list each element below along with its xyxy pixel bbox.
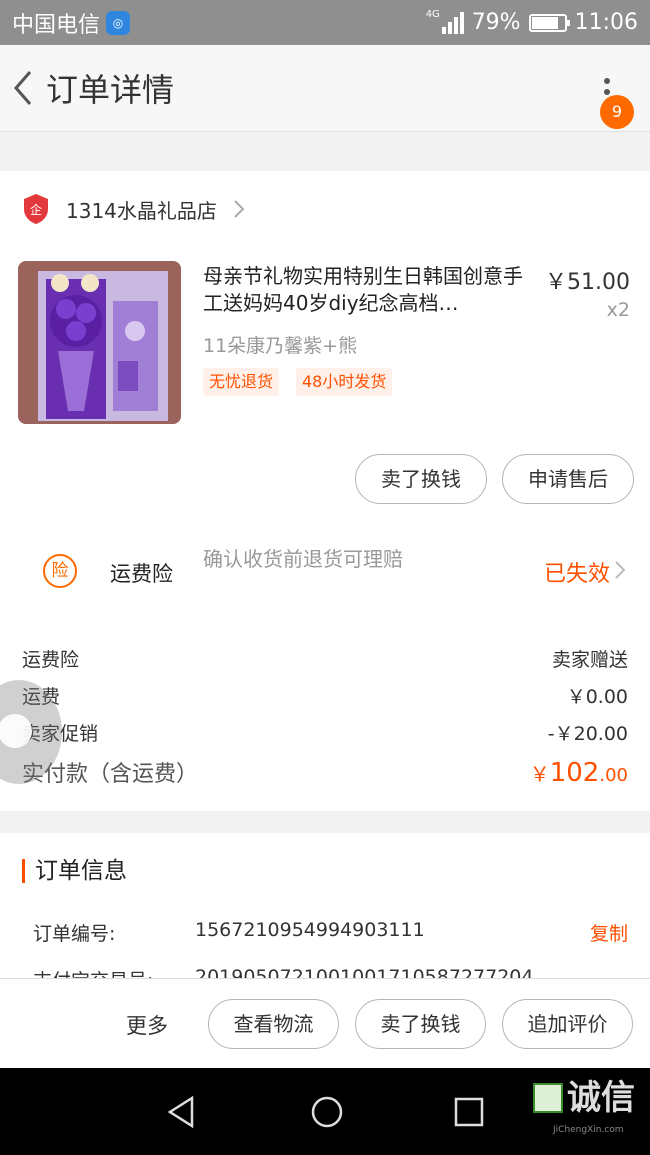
watermark-text: 诚信	[567, 1078, 635, 1118]
dot-icon	[604, 89, 610, 95]
battery-percent: 79%	[471, 10, 521, 35]
shop-logo-text: 企	[30, 202, 42, 217]
product-title[interactable]: 母亲节礼物实用特别生日韩国创意手工送妈妈40岁diy纪念高档…	[203, 263, 533, 317]
carrier-name: 中国电信	[12, 12, 101, 38]
insurance-description: 确认收货前退货可理赔	[203, 547, 403, 571]
fee-value: ￥0.00	[566, 686, 628, 708]
header: 订单详情 9	[0, 45, 650, 132]
sell-for-cash-button[interactable]: 卖了换钱	[355, 454, 487, 504]
product-image[interactable]	[18, 261, 181, 424]
status-right: 4G 79% 11:06	[425, 8, 638, 35]
fee-label: 运费险	[22, 649, 80, 671]
chevron-right-icon	[234, 200, 245, 218]
hd-call-icon: ◎	[106, 10, 131, 35]
tag-free-return: 无忧退货	[203, 368, 280, 396]
bottom-action-bar: 更多 查看物流 卖了换钱 追加评价	[0, 978, 650, 1068]
insurance-icon: 险	[43, 554, 77, 588]
nav-recent-apps-icon[interactable]	[453, 1096, 485, 1128]
fee-row-shipping: 运费 ￥0.00	[22, 682, 628, 709]
product-price: ￥51.00	[545, 270, 630, 295]
product-photo	[18, 261, 181, 424]
sell-for-cash-button[interactable]: 卖了换钱	[355, 999, 486, 1049]
total-integer: 102	[549, 758, 600, 788]
insurance-status[interactable]: 已失效	[544, 556, 610, 588]
product-quantity: x2	[606, 299, 630, 321]
shop-link[interactable]: 企 1314水晶礼品店	[22, 193, 245, 225]
trade-number-label: 支付宝交易号:	[33, 966, 153, 978]
chevron-left-icon	[14, 71, 32, 105]
shop-badge-icon: 企	[24, 194, 48, 224]
trade-number: 2019050721001001710587277204	[195, 966, 534, 978]
watermark-logo-icon	[533, 1083, 563, 1113]
order-info-card: 订单信息 订单编号: 1567210954994903111 复制 支付宝交易号…	[0, 833, 650, 978]
dot-icon	[604, 78, 610, 84]
chevron-right-icon[interactable]	[614, 560, 626, 580]
watermark-subtext: JiChengXin.com	[553, 1125, 624, 1135]
back-button[interactable]	[2, 45, 42, 132]
copy-order-number-link[interactable]: 复制	[590, 919, 628, 946]
total-currency: ￥	[529, 762, 550, 786]
total-amount: ￥102.00	[530, 758, 628, 788]
total-row: 实付款（含运费） ￥102.00	[22, 756, 628, 788]
status-bar: 中国电信 ◎ 4G 79% 11:06	[0, 0, 650, 45]
apply-after-sales-button[interactable]: 申请售后	[502, 454, 634, 504]
order-number: 1567210954994903111	[195, 919, 425, 941]
tag-48h-ship: 48小时发货	[296, 368, 393, 396]
order-number-label: 订单编号:	[33, 923, 116, 945]
notification-badge: 9	[600, 95, 634, 129]
battery-icon	[528, 13, 570, 32]
view-logistics-button[interactable]: 查看物流	[208, 999, 339, 1049]
order-card: 企 1314水晶礼品店 母亲节礼物实用特别生日韩国创意手工送妈妈40岁diy纪念…	[0, 171, 650, 811]
insurance-title: 运费险	[110, 562, 173, 586]
clock: 11:06	[574, 10, 638, 35]
fee-row-insurance: 运费险 卖家赠送	[22, 645, 628, 672]
network-type: 4G	[425, 8, 440, 20]
nav-home-icon[interactable]	[309, 1094, 345, 1130]
shop-name: 1314水晶礼品店	[66, 198, 217, 223]
fee-row-promotion: 卖家促销 -￥20.00	[22, 719, 628, 746]
fee-value: -￥20.00	[547, 723, 628, 745]
page-title: 订单详情	[46, 71, 175, 109]
watermark: 诚信	[533, 1078, 635, 1118]
section-title: 订单信息	[22, 859, 127, 883]
product-sku: 11朵康乃馨紫+熊	[203, 335, 358, 357]
signal-icon: 4G	[425, 8, 464, 34]
more-button[interactable]: 更多	[126, 1010, 168, 1040]
total-decimal: .00	[599, 765, 628, 786]
system-nav-bar: 诚信 JiChengXin.com	[0, 1068, 650, 1155]
carrier-group: 中国电信 ◎	[12, 7, 131, 39]
fee-value: 卖家赠送	[551, 649, 628, 671]
add-review-button[interactable]: 追加评价	[502, 999, 633, 1049]
nav-back-icon[interactable]	[164, 1094, 200, 1130]
